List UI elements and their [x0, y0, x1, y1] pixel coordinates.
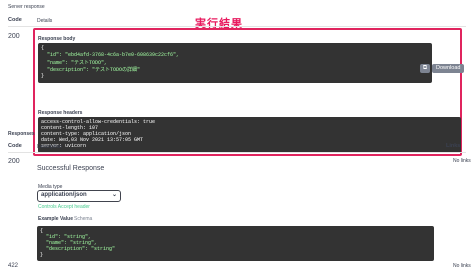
response-code-200: 200: [8, 158, 20, 165]
no-links-label: No links: [453, 158, 471, 164]
no-links-label: No links: [453, 263, 471, 269]
response-code-422: 422: [8, 263, 19, 269]
example-line: "description": "string": [40, 246, 116, 252]
media-type-select[interactable]: application/json ⌄: [37, 190, 121, 202]
server-response-title: Server response: [8, 4, 45, 10]
tab-schema[interactable]: Schema: [74, 216, 92, 222]
description-column-header: Description: [37, 144, 63, 150]
copy-icon[interactable]: ⧉: [420, 64, 430, 73]
response-body-code[interactable]: { "id": "ebd4afd-3768-4c6a-b7e0-608639c2…: [38, 43, 432, 83]
chevron-down-icon: ⌄: [111, 192, 117, 198]
response-headers-label: Response headers: [38, 110, 83, 116]
body-line: "name": "テストTODO",: [41, 60, 108, 66]
body-line: "description": "テストTODOの詳細": [41, 67, 141, 73]
details-column-header: Details: [37, 18, 53, 24]
links-column-header: Links: [446, 143, 461, 149]
divider: [8, 152, 466, 153]
media-type-value: application/json: [41, 192, 87, 198]
response-body-label: Response body: [38, 36, 76, 42]
tab-example-value[interactable]: Example Value: [38, 216, 73, 222]
response-headers-code[interactable]: access-control-allow-credentials: true c…: [38, 117, 461, 153]
body-line: "id": "ebd4afd-3768-4c6a-b7e0-608639c22c…: [41, 52, 180, 58]
code-column-header: Code: [8, 17, 22, 23]
divider: [8, 26, 466, 27]
responses-title: Responses: [8, 131, 35, 137]
controls-accept-label: Controls Accept header: [38, 204, 90, 210]
code-column-header: Code: [8, 143, 22, 149]
status-code: 200: [8, 33, 20, 40]
body-line: }: [41, 73, 45, 79]
example-value-code[interactable]: { "id": "string", "name": "string", "des…: [37, 226, 434, 261]
response-description: Successful Response: [37, 165, 105, 172]
example-line: }: [40, 252, 44, 258]
body-line: {: [41, 45, 45, 51]
download-button[interactable]: Download: [432, 64, 465, 73]
